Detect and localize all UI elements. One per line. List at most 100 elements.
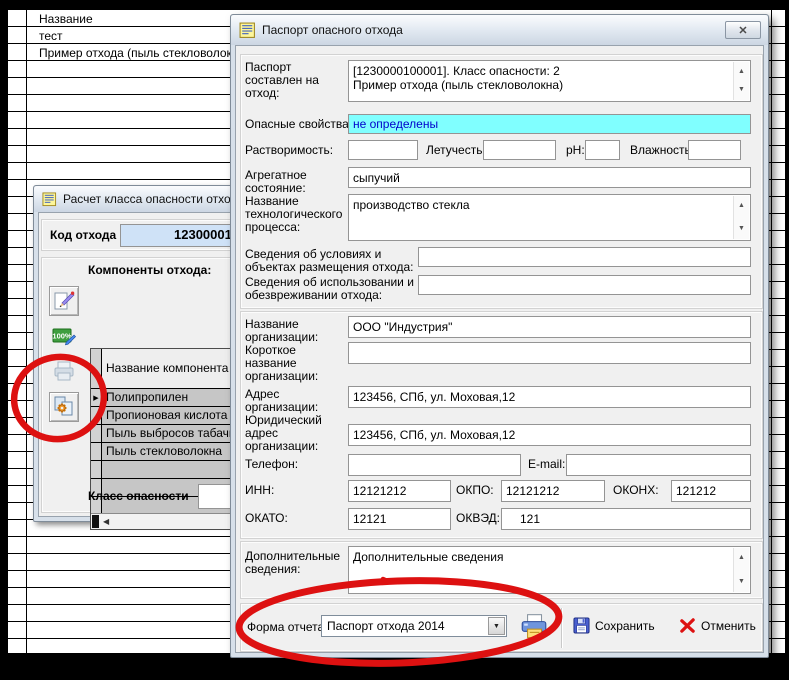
- svg-text:100%: 100%: [52, 332, 72, 341]
- close-icon: ✕: [738, 24, 747, 37]
- save-label: Сохранить: [595, 619, 655, 633]
- scroll-down-icon: ▼: [738, 575, 745, 589]
- volatility-label: Летучесть:: [426, 144, 486, 157]
- okpo-field[interactable]: 12121212: [501, 480, 605, 502]
- combo-dropdown-button[interactable]: ▼: [488, 617, 505, 635]
- calc-dialog-title: Расчет класса опасности отхода: [63, 192, 244, 206]
- memo-scrollbar[interactable]: ▲ ▼: [733, 196, 749, 239]
- neutralization-label: Сведения об использовании и обезвреживан…: [245, 276, 420, 302]
- email-label: E-mail:: [528, 458, 565, 471]
- okonh-field[interactable]: 121212: [671, 480, 751, 502]
- org-address-label: Адрес организации:: [245, 388, 340, 414]
- current-row-marker: ▶: [91, 389, 102, 406]
- edit-component-button[interactable]: [49, 286, 79, 316]
- hazard-props-field[interactable]: не определены: [348, 114, 751, 134]
- okato-field[interactable]: 12121: [348, 508, 451, 530]
- toolbar-separator: [561, 608, 563, 648]
- org-short-field[interactable]: [348, 342, 751, 364]
- grid-indicator-column: [91, 349, 102, 388]
- scrollbar-thumb[interactable]: [92, 515, 99, 528]
- report-form-label: Форма отчета:: [247, 621, 328, 634]
- table-row[interactable]: Пример отхода (пыль стекловолокна): [39, 46, 249, 60]
- organization-panel: Название организации: ООО "Индустрия" Ко…: [240, 311, 763, 539]
- inn-label: ИНН:: [245, 484, 274, 497]
- waste-props-panel: Паспорт составлен на отход: [12300001000…: [240, 54, 763, 309]
- memo-scrollbar[interactable]: ▲ ▼: [733, 548, 749, 592]
- scroll-left-icon[interactable]: ◀: [103, 517, 109, 526]
- ph-field[interactable]: [585, 140, 620, 160]
- table-row[interactable]: тест: [39, 29, 63, 43]
- report-form-combobox[interactable]: Паспорт отхода 2014 ▼: [321, 615, 507, 637]
- extra-label: Дополнительные сведения:: [245, 550, 345, 576]
- printer-gray-icon: [52, 360, 76, 384]
- org-name-field[interactable]: ООО "Индустрия": [348, 316, 751, 338]
- copy-with-settings-button[interactable]: [49, 392, 79, 422]
- org-name-label: Название организации:: [245, 318, 340, 344]
- close-button[interactable]: ✕: [725, 21, 761, 39]
- humidity-field[interactable]: [688, 140, 741, 160]
- placement-label: Сведения об условиях и объектах размещен…: [245, 248, 420, 274]
- org-address-field[interactable]: 123456, СПб, ул. Моховая,12: [348, 386, 751, 408]
- phone-label: Телефон:: [245, 458, 298, 471]
- bottom-bar: Форма отчета: Паспорт отхода 2014 ▼: [240, 603, 763, 652]
- table-column-divider: [771, 10, 772, 653]
- state-field[interactable]: сыпучий: [348, 167, 751, 188]
- passport-dialog-body: Паспорт составлен на отход: [12300001000…: [235, 45, 764, 653]
- print-calc-button[interactable]: [49, 357, 79, 387]
- okpo-label: ОКПО:: [456, 484, 494, 497]
- extra-field[interactable]: Дополнительные сведения ▲ ▼: [348, 546, 751, 594]
- okved-field[interactable]: 121: [501, 508, 751, 530]
- okonh-label: ОКОНХ:: [613, 484, 659, 497]
- state-label: Агрегатное состояние:: [245, 169, 340, 195]
- passport-dialog: Паспорт опасного отхода ✕ Паспорт состав…: [230, 14, 769, 658]
- recalculate-button[interactable]: 100%: [49, 322, 79, 352]
- screenshot-root: Название тест Пример отхода (пыль стекло…: [0, 0, 789, 680]
- note-icon: [42, 192, 57, 207]
- neutralization-field[interactable]: [418, 275, 751, 295]
- edit-pencil-icon: [53, 290, 75, 312]
- scroll-up-icon: ▲: [738, 199, 745, 213]
- print-report-button[interactable]: [517, 611, 551, 643]
- waste-code-label: Код отхода: [50, 229, 116, 242]
- hazard-props-label: Опасные свойства:: [245, 118, 352, 131]
- org-legal-field[interactable]: 123456, СПб, ул. Моховая,12: [348, 424, 751, 446]
- red-x-icon: [679, 617, 696, 634]
- cancel-button[interactable]: Отменить: [679, 617, 756, 634]
- scroll-down-icon: ▼: [738, 83, 745, 97]
- printer-icon: [519, 613, 549, 641]
- scroll-up-icon: ▲: [738, 551, 745, 565]
- scroll-down-icon: ▼: [738, 222, 745, 236]
- humidity-label: Влажность:: [630, 144, 694, 157]
- phone-field[interactable]: [348, 454, 521, 476]
- copy-gear-icon: [52, 395, 76, 419]
- recalc-100-icon: 100%: [52, 325, 76, 349]
- volatility-field[interactable]: [483, 140, 556, 160]
- placement-field[interactable]: [418, 247, 751, 267]
- report-form-value: Паспорт отхода 2014: [327, 619, 445, 633]
- table-column-divider: [26, 10, 27, 653]
- waste-label: Паспорт составлен на отход:: [245, 61, 345, 100]
- okved-label: ОКВЭД:: [456, 512, 500, 525]
- hazard-class-label: Класс опасности: [88, 490, 189, 503]
- process-label: Название технологического процесса:: [245, 195, 345, 234]
- passport-dialog-titlebar[interactable]: Паспорт опасного отхода: [231, 15, 768, 45]
- column-header-name: Название: [39, 12, 93, 26]
- ph-label: pH:: [566, 144, 585, 157]
- save-button[interactable]: Сохранить: [573, 617, 655, 634]
- cancel-label: Отменить: [701, 619, 756, 633]
- additional-info-panel: Дополнительные сведения: Дополнительные …: [240, 541, 763, 599]
- chevron-down-icon: ▼: [493, 623, 500, 630]
- passport-dialog-title: Паспорт опасного отхода: [262, 23, 403, 37]
- email-field[interactable]: [566, 454, 751, 476]
- solubility-label: Растворимость:: [245, 144, 333, 157]
- org-legal-label: Юридический адрес организации:: [245, 414, 340, 453]
- memo-scrollbar[interactable]: ▲ ▼: [733, 62, 749, 100]
- org-short-label: Короткое название организации:: [245, 344, 340, 383]
- floppy-icon: [573, 617, 590, 634]
- waste-field[interactable]: [1230000100001]. Класс опасности: 2 Прим…: [348, 60, 751, 102]
- components-label: Компоненты отхода:: [88, 264, 211, 277]
- solubility-field[interactable]: [348, 140, 418, 160]
- process-field[interactable]: производство стекла ▲ ▼: [348, 194, 751, 241]
- inn-field[interactable]: 12121212: [348, 480, 451, 502]
- scroll-up-icon: ▲: [738, 65, 745, 79]
